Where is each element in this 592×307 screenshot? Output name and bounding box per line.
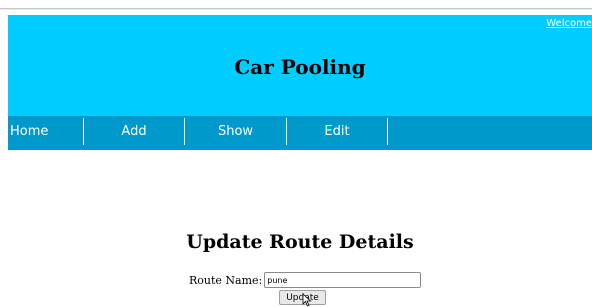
nav-item-edit[interactable]: Edit [287,118,388,145]
page: Welcome Car Pooling Home Add Show Edit U… [0,0,592,307]
nav-item-add[interactable]: Add [84,118,185,145]
route-name-input[interactable] [264,272,422,288]
site-header: Welcome Car Pooling [8,15,592,116]
site-title: Car Pooling [234,55,366,79]
form-title: Update Route Details [186,231,414,253]
nav-item-empty [388,118,592,145]
nav-item-show[interactable]: Show [185,118,287,145]
top-divider-shadow [0,9,592,10]
welcome-link[interactable]: Welcome [546,18,592,29]
route-name-row: Route Name: [189,272,422,288]
nav-item-home[interactable]: Home [8,118,84,145]
nav-bar: Home Add Show Edit [8,116,592,150]
mouse-pointer-icon [302,293,312,307]
route-name-label: Route Name: [189,273,263,287]
